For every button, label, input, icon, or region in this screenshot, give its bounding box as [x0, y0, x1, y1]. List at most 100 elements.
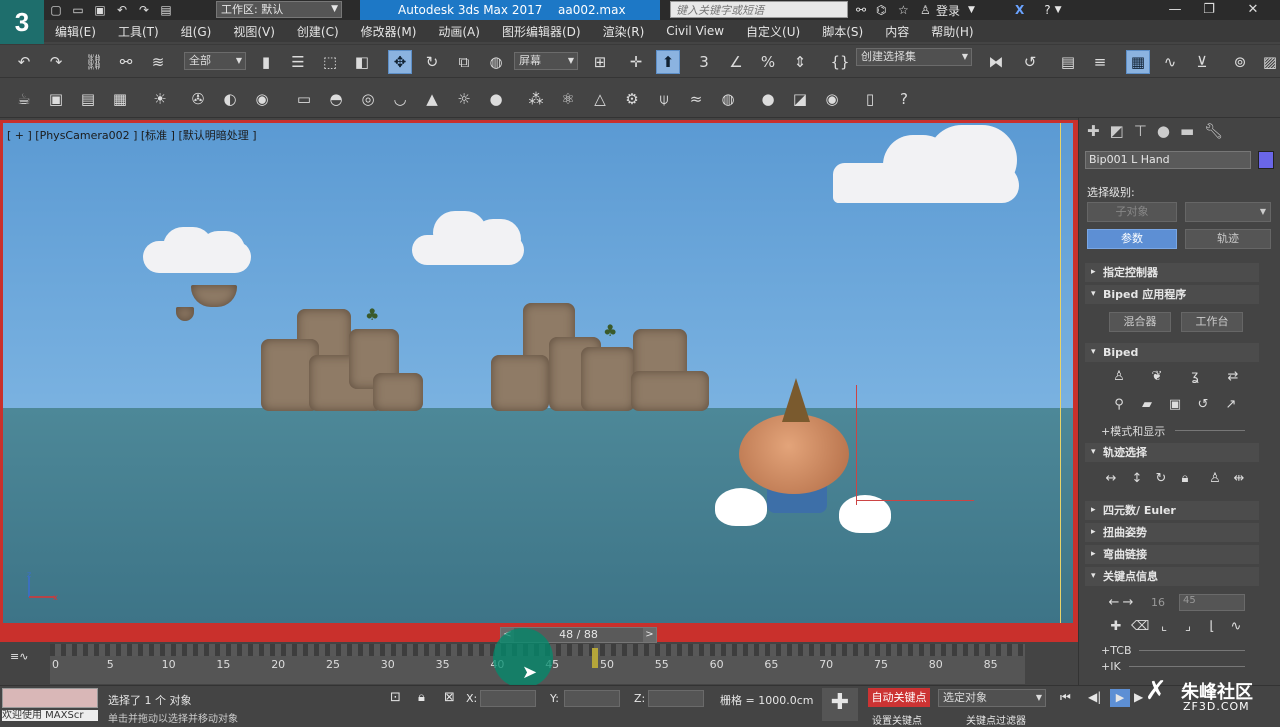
- motion-flow-icon[interactable]: ʓ: [1186, 368, 1204, 386]
- bind-spacewarp-icon[interactable]: ≋: [146, 50, 170, 74]
- pivot-center-icon[interactable]: ⊞: [588, 50, 612, 74]
- menu-item[interactable]: 视图(V): [233, 23, 275, 40]
- footstep-mode-icon[interactable]: ❦: [1148, 368, 1166, 386]
- unlink-icon[interactable]: ⚯: [114, 50, 138, 74]
- lock-cob-icon[interactable]: 🔒︎: [1176, 470, 1194, 488]
- render-setup-icon[interactable]: ▤: [76, 87, 100, 111]
- menu-item[interactable]: 工具(T): [118, 23, 159, 40]
- move-icon[interactable]: ✥: [388, 50, 412, 74]
- hair-icon[interactable]: ≈: [684, 87, 708, 111]
- utilities-tab-icon[interactable]: 🔧︎: [1204, 122, 1223, 144]
- wood-icon[interactable]: ◍: [716, 87, 740, 111]
- maximize-icon[interactable]: ❐: [1194, 0, 1224, 20]
- figure-mode-icon[interactable]: ♙: [1110, 368, 1128, 386]
- teapot-icon[interactable]: ☕: [12, 87, 36, 111]
- menu-item[interactable]: 帮助(H): [931, 23, 973, 40]
- motion-tab-icon[interactable]: ●: [1157, 122, 1170, 144]
- mirror-icon[interactable]: ⧓: [984, 50, 1008, 74]
- scene-explorer-icon[interactable]: ▤: [1056, 50, 1080, 74]
- help-circle-icon[interactable]: ?: [892, 87, 916, 111]
- x-coordinate-field[interactable]: [480, 690, 536, 707]
- project-folder-icon[interactable]: ▤: [158, 3, 174, 17]
- help-dropdown-icon[interactable]: ▼: [1055, 5, 1062, 15]
- render-region-icon[interactable]: ▯: [858, 87, 882, 111]
- workspace-dropdown[interactable]: 工作区: 默认 ▼: [216, 1, 342, 18]
- rollout-assign-controller[interactable]: 指定控制器: [1085, 263, 1259, 282]
- binoculars-icon[interactable]: ⚯: [856, 3, 876, 17]
- blue-sphere-icon[interactable]: ◉: [820, 87, 844, 111]
- perspective-viewport[interactable]: [ + ] [PhysCamera002 ] [标准 ] [默认明暗处理 ] ♣…: [3, 123, 1073, 623]
- cone-icon[interactable]: ▲: [420, 87, 444, 111]
- set-sliding-key-icon[interactable]: ⌟: [1179, 618, 1197, 636]
- tcb-toggle[interactable]: +TCB: [1101, 644, 1132, 657]
- sun-icon[interactable]: ☼: [452, 87, 476, 111]
- gizmo-x-axis[interactable]: [856, 500, 974, 501]
- select-manipulate-icon[interactable]: ✛: [624, 50, 648, 74]
- render-frame-icon[interactable]: ▣: [44, 87, 68, 111]
- key-time-field[interactable]: 45: [1179, 594, 1245, 611]
- hierarchy-tab-icon[interactable]: ⊤: [1134, 122, 1147, 144]
- rollout-quaternion-euler[interactable]: 四元数/ Euler: [1085, 501, 1259, 520]
- key-selection-dropdown[interactable]: 选定对象 ▼: [938, 689, 1046, 707]
- character-head[interactable]: [739, 414, 849, 494]
- ribbon-toggle-icon[interactable]: ▦: [1126, 50, 1150, 74]
- menu-item[interactable]: 修改器(M): [361, 23, 417, 40]
- lock-icon[interactable]: 🔒︎: [418, 690, 425, 705]
- rollout-bend-links[interactable]: 弯曲链接: [1085, 545, 1259, 564]
- rollout-key-info[interactable]: 关键点信息: [1085, 567, 1259, 586]
- new-file-icon[interactable]: ▢: [48, 3, 64, 17]
- auto-key-button[interactable]: 自动关键点: [868, 688, 930, 707]
- menu-item[interactable]: 组(G): [181, 23, 212, 40]
- bowl-icon[interactable]: ◡: [388, 87, 412, 111]
- parameters-tab[interactable]: 参数: [1087, 229, 1177, 249]
- select-object-icon[interactable]: ▮: [254, 50, 278, 74]
- rotate-icon[interactable]: ↻: [420, 50, 444, 74]
- subscription-icon[interactable]: ⌬: [876, 3, 898, 17]
- display-tab-icon[interactable]: ▬: [1180, 122, 1194, 144]
- undo-icon[interactable]: ↶: [12, 50, 36, 74]
- delete-key-icon[interactable]: ⌫: [1131, 618, 1149, 636]
- character-right-hand[interactable]: [715, 488, 767, 526]
- curve-editor-icon[interactable]: ∿: [1158, 50, 1182, 74]
- viewport-label[interactable]: [ + ] [PhysCamera002 ] [标准 ] [默认明暗处理 ]: [7, 127, 257, 143]
- curve-editor-mini-icon[interactable]: ≡∿: [0, 644, 50, 684]
- menu-item[interactable]: 内容: [885, 23, 909, 40]
- menu-item[interactable]: 动画(A): [438, 23, 480, 40]
- material-map-icon[interactable]: ◪: [788, 87, 812, 111]
- minimize-icon[interactable]: —: [1160, 0, 1190, 20]
- spinner-snap-icon[interactable]: ⇕: [788, 50, 812, 74]
- help-icon[interactable]: ?: [1044, 3, 1050, 17]
- next-frame-button[interactable]: >: [643, 628, 656, 642]
- set-free-key-icon[interactable]: ⌊: [1203, 618, 1221, 636]
- redo-icon[interactable]: ↷: [136, 3, 152, 17]
- previous-key-icon[interactable]: ◀|: [1088, 690, 1101, 704]
- modify-tab-icon[interactable]: ◩: [1110, 122, 1124, 144]
- rollout-biped-apps[interactable]: Biped 应用程序: [1085, 285, 1259, 304]
- app-logo[interactable]: 3: [0, 0, 44, 44]
- z-coordinate-field[interactable]: [648, 690, 704, 707]
- link-icon[interactable]: ⛓: [82, 50, 106, 74]
- schematic-view-icon[interactable]: ⊻: [1190, 50, 1214, 74]
- favorites-icon[interactable]: ☆: [898, 3, 920, 17]
- menu-item[interactable]: Civil View: [666, 24, 724, 38]
- edit-named-sets-icon[interactable]: {}: [828, 50, 852, 74]
- dome-icon[interactable]: ◓: [324, 87, 348, 111]
- menu-item[interactable]: 编辑(E): [55, 23, 96, 40]
- maxscript-listener[interactable]: [2, 688, 98, 708]
- redo-icon[interactable]: ↷: [44, 50, 68, 74]
- place-icon[interactable]: ◍: [484, 50, 508, 74]
- angle-snap-icon[interactable]: ∠: [724, 50, 748, 74]
- pyramid-icon[interactable]: △: [588, 87, 612, 111]
- keyframe-marker[interactable]: [592, 648, 598, 668]
- save-icon[interactable]: ▣: [92, 3, 108, 17]
- select-by-name-icon[interactable]: ☰: [286, 50, 310, 74]
- mixer-mode-icon[interactable]: ⇄: [1224, 368, 1242, 386]
- window-crossing-icon[interactable]: ◧: [350, 50, 374, 74]
- workbench-button[interactable]: 工作台: [1181, 312, 1243, 332]
- absolute-mode-icon[interactable]: ⊠: [444, 690, 455, 705]
- mode-display-toggle[interactable]: +模式和显示: [1101, 423, 1165, 439]
- plane-icon[interactable]: ▭: [292, 87, 316, 111]
- rendered-frame-icon[interactable]: ▦: [108, 87, 132, 111]
- y-coordinate-field[interactable]: [564, 690, 620, 707]
- add-time-tag-icon[interactable]: ✚: [822, 688, 858, 721]
